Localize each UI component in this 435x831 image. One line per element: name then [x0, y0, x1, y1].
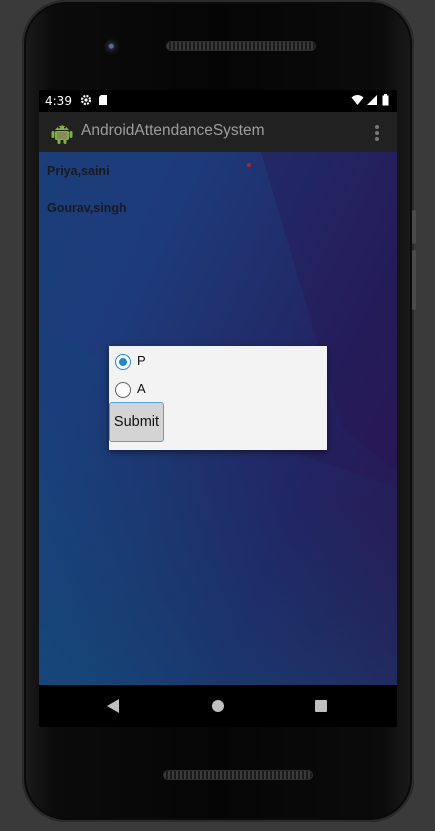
power-button	[412, 210, 416, 244]
radio-label-present: P	[137, 353, 146, 368]
content-area: Priya,saini Gourav,singh P A Submit	[39, 152, 397, 685]
app-bar: AndroidAttendanceSystem	[39, 112, 397, 152]
camera-lens	[104, 39, 120, 55]
student-item-priya[interactable]: Priya,saini	[47, 164, 110, 178]
submit-button[interactable]: Submit	[109, 402, 164, 442]
sd-card-icon	[98, 94, 108, 109]
status-time: 4:39	[45, 94, 72, 108]
gear-icon	[80, 94, 92, 109]
student-item-gourav[interactable]: Gourav,singh	[47, 201, 127, 215]
overflow-menu-icon[interactable]	[373, 123, 381, 143]
bottom-speaker	[163, 770, 313, 780]
radio-label-absent: A	[137, 381, 146, 396]
red-dot	[247, 163, 251, 167]
app-title: AndroidAttendanceSystem	[81, 122, 265, 139]
home-icon[interactable]	[212, 700, 224, 712]
screen: 4:39 AndroidAttendanceSystem Priya,saini…	[39, 90, 397, 685]
back-icon[interactable]	[107, 699, 119, 713]
volume-button	[412, 250, 416, 310]
android-icon	[51, 120, 73, 144]
status-bar: 4:39	[39, 90, 397, 112]
navigation-bar	[39, 685, 397, 727]
attendance-dialog: P A Submit	[109, 346, 327, 450]
wifi-icon	[351, 94, 364, 109]
recents-icon[interactable]	[315, 700, 327, 712]
earpiece-speaker	[166, 41, 316, 51]
radio-button-checked[interactable]	[115, 354, 131, 370]
radio-button-unchecked[interactable]	[115, 382, 131, 398]
battery-icon	[382, 94, 389, 109]
signal-icon	[366, 94, 377, 109]
